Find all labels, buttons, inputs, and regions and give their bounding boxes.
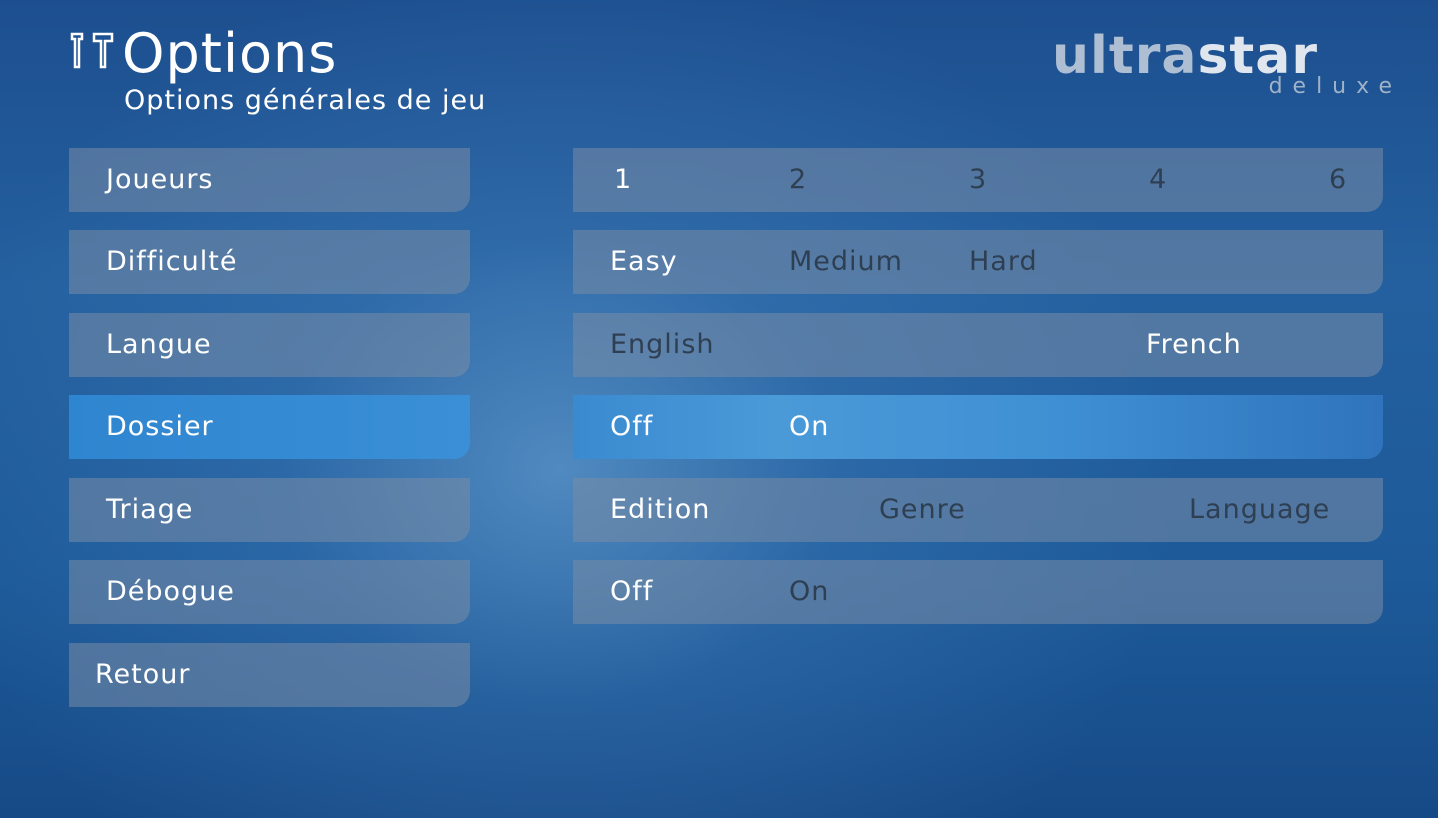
value-option[interactable]: On xyxy=(789,560,829,624)
value-selector-triage[interactable]: Edition Genre Language xyxy=(573,478,1383,542)
value-option[interactable]: French xyxy=(1146,313,1242,377)
option-button-joueurs[interactable]: Joueurs xyxy=(69,148,470,212)
value-option[interactable]: 1 xyxy=(614,148,632,212)
value-selector-dossier[interactable]: Off On xyxy=(573,395,1383,459)
value-option[interactable]: 2 xyxy=(789,148,807,212)
value-selector-difficulte[interactable]: Easy Medium Hard xyxy=(573,230,1383,294)
page-subtitle: Options générales de jeu xyxy=(124,85,487,116)
value-option[interactable]: Genre xyxy=(879,478,966,542)
option-button-langue[interactable]: Langue xyxy=(69,313,470,377)
value-option[interactable]: 4 xyxy=(1149,148,1167,212)
page-title: Options xyxy=(122,22,338,85)
value-option[interactable]: Off xyxy=(610,395,653,459)
back-button[interactable]: Retour xyxy=(69,643,470,707)
ultrastar-logo: ultrastar deluxe xyxy=(1052,26,1404,100)
logo-subtitle: deluxe xyxy=(1268,74,1402,99)
option-button-difficulte[interactable]: Difficulté xyxy=(69,230,470,294)
tools-icon xyxy=(70,32,114,69)
value-selector-langue[interactable]: English French xyxy=(573,313,1383,377)
value-option[interactable]: Edition xyxy=(610,478,710,542)
value-selector-joueurs[interactable]: 1 2 3 4 6 xyxy=(573,148,1383,212)
value-option[interactable]: English xyxy=(610,313,715,377)
value-option[interactable]: Off xyxy=(610,560,653,624)
value-option[interactable]: 3 xyxy=(969,148,987,212)
value-option[interactable]: Easy xyxy=(610,230,678,294)
logo-part-ultra: ultra xyxy=(1052,26,1198,86)
option-button-debogue[interactable]: Débogue xyxy=(69,560,470,624)
value-option[interactable]: Medium xyxy=(789,230,903,294)
value-option[interactable]: On xyxy=(789,395,829,459)
option-button-dossier[interactable]: Dossier xyxy=(69,395,470,459)
value-selector-debogue[interactable]: Off On xyxy=(573,560,1383,624)
value-option[interactable]: 6 xyxy=(1329,148,1347,212)
value-option[interactable]: Language xyxy=(1189,478,1330,542)
option-button-triage[interactable]: Triage xyxy=(69,478,470,542)
value-option[interactable]: Hard xyxy=(969,230,1038,294)
